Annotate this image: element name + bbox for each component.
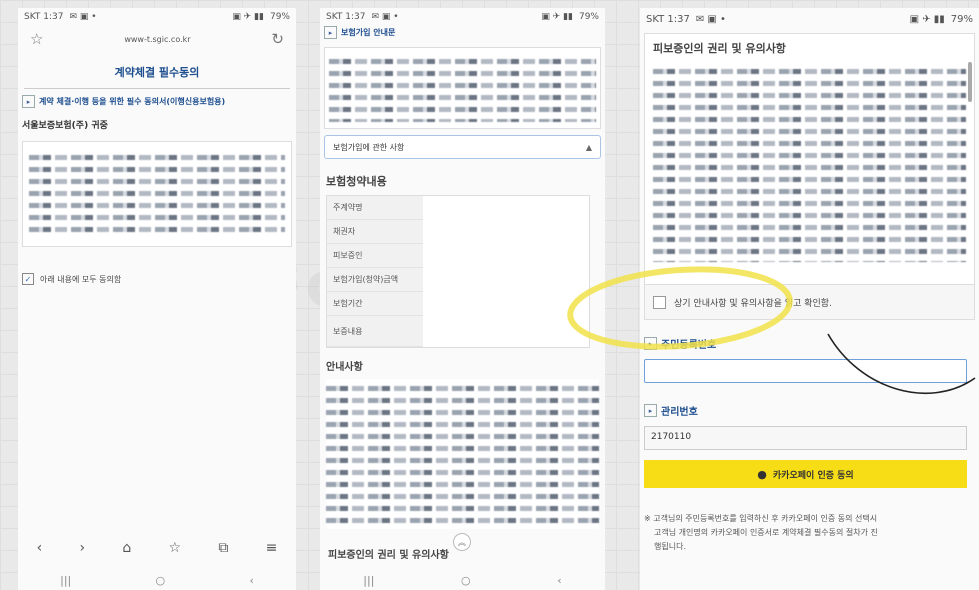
- rights-text-redacted: [653, 62, 966, 262]
- rrn-header-text: 주민등록번호: [661, 340, 717, 351]
- confirm-checkbox[interactable]: [653, 295, 666, 309]
- intro-box[interactable]: [324, 47, 601, 129]
- confirm-label: 상기 안내사항 및 유의사항을 읽고 확인함.: [674, 298, 832, 309]
- agree-all-checkbox[interactable]: ✓: [22, 273, 34, 285]
- agree-all-label: 아래 내용에 모두 동의함: [40, 274, 122, 284]
- mgmt-header-text: 관리번호: [661, 407, 698, 418]
- section-header-text: 보험가입 안내문: [341, 28, 396, 37]
- tabs-icon[interactable]: ⧉: [218, 540, 228, 556]
- status-bar: SKT 1:37 ✉ ▣ • ▣ ✈ ▮▮ 79%: [18, 12, 296, 22]
- rights-title: 피보증인의 권리 및 유의사항: [328, 550, 449, 561]
- notice-text-redacted: [326, 379, 599, 529]
- contract-table: 주계약명 채권자 피보증인 보험가입(청약)금액 보험기간 보증내용: [326, 195, 590, 348]
- section-header-text: 계약 체결·이행 등을 위한 필수 동의서(이행신용보험용): [39, 97, 226, 106]
- battery-level: 79%: [269, 12, 290, 22]
- insurance-dropdown[interactable]: 보험가입에 관한 사항 ▲: [324, 135, 601, 159]
- recent-apps-icon[interactable]: |||: [60, 574, 71, 587]
- mgmt-number-field[interactable]: 2170110: [644, 426, 967, 450]
- notice-title: 안내사항: [326, 362, 363, 373]
- triangle-icon: ▸: [22, 95, 35, 108]
- system-back-icon[interactable]: ‹: [249, 574, 253, 587]
- terms-box[interactable]: [22, 141, 292, 247]
- triangle-icon: ▸: [324, 26, 337, 39]
- home-icon[interactable]: ⌂: [122, 540, 131, 556]
- notification-icons: ✉ ▣ •: [695, 14, 726, 25]
- signal-icons: ▣ ✈ ▮▮: [541, 12, 573, 22]
- triangle-icon: ▸: [644, 404, 657, 417]
- rrn-header: ▸ 주민등록번호: [644, 336, 975, 351]
- system-nav-bar: ||| ○ ‹: [18, 574, 296, 587]
- kakao-button-label: 카카오페이 인증 동의: [772, 470, 854, 481]
- system-back-icon[interactable]: ‹: [557, 574, 561, 587]
- terms-text-redacted: [29, 148, 285, 236]
- system-home-icon[interactable]: ○: [461, 574, 471, 587]
- star-icon[interactable]: ☆: [30, 30, 43, 48]
- right-phone-screen: SKT 1:37 ✉ ▣ • ▣ ✈ ▮▮ 79% 피보증인의 권리 및 유의사항 …: [640, 8, 979, 590]
- agree-all-row[interactable]: ✓ 아래 내용에 모두 동의함: [22, 273, 292, 285]
- rrn-input[interactable]: [644, 359, 967, 383]
- table-row: 피보증인: [327, 244, 423, 268]
- status-time: SKT 1:37: [24, 12, 64, 22]
- rights-box[interactable]: 피보증인의 권리 및 유의사항: [644, 33, 975, 285]
- table-row: 보험가입(청약)금액: [327, 268, 423, 292]
- chat-bubble-icon: ●: [757, 467, 767, 481]
- intro-text-redacted: [329, 52, 596, 122]
- footnote-line: 고객님 개인명의 카카오페이 인증서로 계약체결 필수동의 절차가 진: [654, 528, 878, 537]
- status-bar: SKT 1:37 ✉ ▣ • ▣ ✈ ▮▮ 79%: [320, 12, 605, 22]
- rights-title: 피보증인의 권리 및 유의사항: [653, 42, 786, 55]
- section-header: ▸ 보험가입 안내문: [324, 26, 601, 39]
- footnote-line: ※ 고객님의 주민등록번호를 입력하신 후 카카오페이 인증 동의 선택시: [644, 514, 878, 523]
- chevron-up-icon: ▲: [585, 142, 592, 152]
- battery-level: 79%: [578, 12, 599, 22]
- bookmark-icon[interactable]: ☆: [169, 540, 182, 556]
- left-phone-screen: SKT 1:37 ✉ ▣ • ▣ ✈ ▮▮ 79% ☆ www-t.sgic.co.…: [18, 8, 296, 590]
- table-row: 보증내용: [327, 316, 423, 347]
- browser-address-bar: ☆ www-t.sgic.co.kr ↻: [18, 22, 296, 52]
- table-row: 보험기간: [327, 292, 423, 316]
- browser-nav-bar: ‹ › ⌂ ☆ ⧉ ≡: [18, 540, 296, 556]
- forward-icon[interactable]: ›: [80, 540, 86, 556]
- status-bar: SKT 1:37 ✉ ▣ • ▣ ✈ ▮▮ 79%: [640, 14, 979, 25]
- notification-icons: ✉ ▣ •: [69, 12, 97, 22]
- system-nav-bar: ||| ○ ‹: [320, 574, 605, 587]
- kakao-auth-button[interactable]: ● 카카오페이 인증 동의: [644, 460, 967, 488]
- table-row: 채권자: [327, 220, 423, 244]
- middle-phone-screen: SKT 1:37 ✉ ▣ • ▣ ✈ ▮▮ 79% ▸ 보험가입 안내문 보험가입에…: [320, 8, 605, 590]
- triangle-icon: ▸: [644, 337, 657, 350]
- status-time: SKT 1:37: [646, 14, 690, 25]
- contract-title: 보험청약내용: [326, 175, 387, 188]
- url-text[interactable]: www-t.sgic.co.kr: [124, 35, 190, 44]
- dropdown-label: 보험가입에 관한 사항: [333, 142, 405, 152]
- menu-icon[interactable]: ≡: [266, 540, 278, 556]
- footnote-line: 행됩니다.: [654, 542, 686, 551]
- table-row: 주계약명: [327, 196, 423, 220]
- scrollbar[interactable]: [968, 62, 972, 102]
- mgmt-header: ▸ 관리번호: [644, 403, 975, 418]
- section-header: ▸ 계약 체결·이행 등을 위한 필수 동의서(이행신용보험용): [22, 95, 292, 108]
- back-icon[interactable]: ‹: [37, 540, 43, 556]
- system-home-icon[interactable]: ○: [156, 574, 166, 587]
- company-name: 서울보증보험(주) 귀중: [22, 121, 108, 131]
- recent-apps-icon[interactable]: |||: [363, 574, 374, 587]
- status-time: SKT 1:37: [326, 12, 366, 22]
- battery-level: 79%: [950, 14, 973, 25]
- signal-icons: ▣ ✈ ▮▮: [232, 12, 264, 22]
- signal-icons: ▣ ✈ ▮▮: [909, 14, 945, 25]
- confirm-row[interactable]: 상기 안내사항 및 유의사항을 읽고 확인함.: [644, 285, 975, 320]
- footnote: ※ 고객님의 주민등록번호를 입력하신 후 카카오페이 인증 동의 선택시 고객…: [644, 512, 975, 554]
- scroll-top-button[interactable]: ︽: [453, 533, 471, 551]
- page-title: 계약체결 필수동의: [114, 66, 200, 79]
- notification-icons: ✉ ▣ •: [371, 12, 399, 22]
- reload-icon[interactable]: ↻: [271, 30, 284, 48]
